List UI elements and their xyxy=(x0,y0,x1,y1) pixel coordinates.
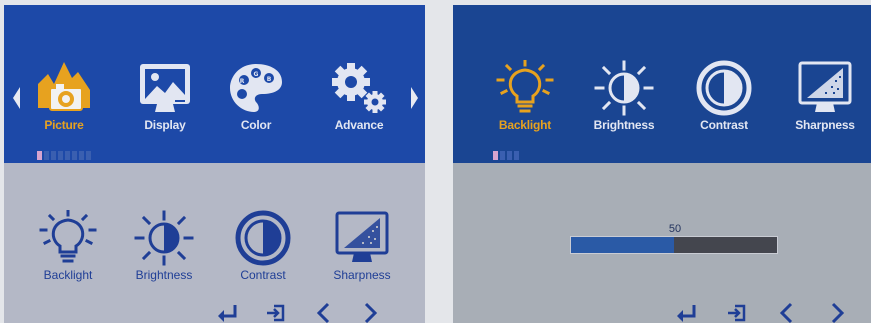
page-indicator xyxy=(37,151,91,160)
page-dot xyxy=(51,151,56,160)
submenu-tile-sharpness[interactable]: Sharpness xyxy=(785,60,865,132)
submenu-tile-backlight[interactable]: Backlight xyxy=(485,60,565,132)
contrast-icon xyxy=(696,60,752,116)
chevron-right-icon xyxy=(364,302,378,323)
submenu-item-brightness[interactable]: Brightness xyxy=(124,210,204,282)
submenu-tile-label: Sharpness xyxy=(795,118,855,132)
menu-scroll-left-arrow[interactable] xyxy=(10,81,24,115)
osd-submenu-panel: Backlight Brightness Contrast Sharpness … xyxy=(453,5,871,323)
picture-icon xyxy=(38,62,90,111)
left-button[interactable] xyxy=(775,302,799,323)
backlight-slider[interactable] xyxy=(570,236,778,254)
right-button[interactable] xyxy=(825,302,849,323)
menu-tile-display[interactable]: Display xyxy=(125,60,205,132)
sharpness-icon xyxy=(335,211,389,262)
page-dot xyxy=(58,151,63,160)
contrast-icon xyxy=(235,210,291,266)
submenu-label: Backlight xyxy=(43,268,93,282)
page-dot xyxy=(65,151,70,160)
submenu-item-sharpness[interactable]: Sharpness xyxy=(322,210,402,282)
page-dot xyxy=(500,151,505,160)
submenu-tile-label: Contrast xyxy=(700,118,748,132)
page-dot xyxy=(44,151,49,160)
page-dot xyxy=(507,151,512,160)
page-dot xyxy=(37,151,42,160)
sun-icon xyxy=(134,210,194,266)
sharpness-icon xyxy=(798,61,852,112)
sun-icon xyxy=(594,60,654,116)
enter-icon xyxy=(218,305,237,322)
menu-tile-picture[interactable]: Picture xyxy=(24,60,104,132)
page-dot xyxy=(72,151,77,160)
enter-button[interactable] xyxy=(215,302,239,323)
display-icon xyxy=(140,64,190,112)
page-dot xyxy=(514,151,519,160)
submenu-label: Contrast xyxy=(240,268,286,282)
chevron-right-icon xyxy=(831,302,845,323)
page-dot xyxy=(86,151,91,160)
submenu-tile-contrast[interactable]: Contrast xyxy=(684,60,764,132)
exit-icon xyxy=(267,304,285,322)
chevron-left-icon xyxy=(779,302,793,323)
submenu-item-backlight[interactable]: Backlight xyxy=(28,210,108,282)
submenu-item-contrast[interactable]: Contrast xyxy=(223,210,303,282)
chevron-left-icon xyxy=(316,302,330,323)
page-dot xyxy=(493,151,498,160)
submenu-label: Brightness xyxy=(135,268,193,282)
submenu-label: Sharpness xyxy=(333,268,391,282)
menu-tile-label: Picture xyxy=(44,118,84,132)
menu-tile-label: Display xyxy=(144,118,186,132)
backlight-value: 50 xyxy=(668,223,682,235)
osd-main-menu-panel: Picture Display R G B Color Advance Back… xyxy=(4,5,425,323)
page-indicator xyxy=(493,151,519,160)
exit-button[interactable] xyxy=(264,302,288,323)
page-dot xyxy=(79,151,84,160)
svg-text:G: G xyxy=(254,71,259,78)
menu-tile-color[interactable]: R G B Color xyxy=(216,60,296,132)
submenu-tile-label: Brightness xyxy=(593,118,655,132)
color-palette-icon: R G B xyxy=(230,64,282,112)
exit-icon xyxy=(728,304,746,322)
submenu-tile-label: Backlight xyxy=(498,118,552,132)
menu-scroll-right-arrow[interactable] xyxy=(407,81,421,115)
exit-button[interactable] xyxy=(725,302,749,323)
right-button[interactable] xyxy=(358,302,382,323)
menu-tile-label: Advance xyxy=(334,118,384,132)
lightbulb-icon xyxy=(496,60,554,113)
enter-button[interactable] xyxy=(674,302,698,323)
lightbulb-icon xyxy=(39,210,97,263)
enter-icon xyxy=(677,305,696,322)
left-button[interactable] xyxy=(312,302,336,323)
svg-text:R: R xyxy=(240,78,245,85)
submenu-tile-brightness[interactable]: Brightness xyxy=(584,60,664,132)
svg-text:B: B xyxy=(267,76,272,83)
menu-tile-label: Color xyxy=(240,118,272,132)
gear-icon xyxy=(332,63,386,113)
menu-tile-advance[interactable]: Advance xyxy=(319,60,399,132)
backlight-slider-fill xyxy=(571,237,674,253)
